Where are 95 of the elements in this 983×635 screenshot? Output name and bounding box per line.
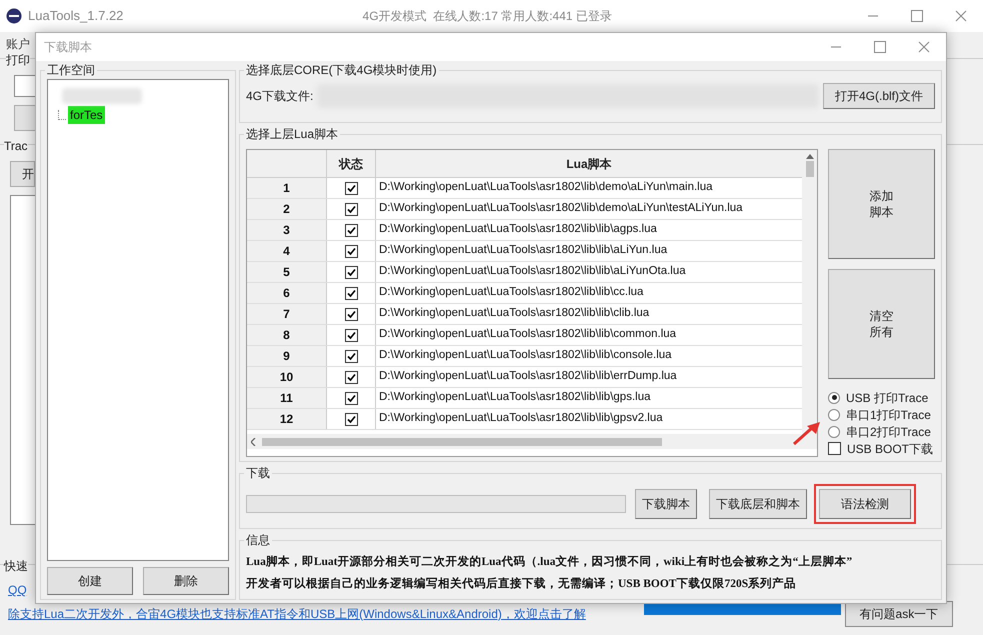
table-cell-text: D:\Working\openLuat\LuaTools\asr1802\lib\lib\gps.lua (378, 390, 650, 406)
check-icon (346, 204, 356, 214)
tree-item[interactable]: forTes (68, 106, 105, 124)
table-cell-text: D:\Working\openLuat\LuaTools\asr1802\lib\lib\common.lua (378, 327, 676, 342)
check-icon (346, 372, 356, 382)
open-file-button[interactable]: 打开4G(.blf)文件 (823, 83, 935, 109)
trace-button[interactable]: 开 (10, 161, 35, 187)
checkbox[interactable] (344, 308, 358, 320)
checkbox[interactable] (344, 182, 358, 194)
check-icon (346, 268, 356, 276)
maximize-icon[interactable] (911, 10, 923, 22)
check-icon (346, 184, 356, 192)
row-number: 7 (247, 304, 327, 324)
close-icon[interactable] (955, 10, 967, 22)
row-number: 12 (247, 409, 327, 429)
table-cell-text: D:\Working\openLuat\LuaTools\asr1802\lib\lib\console.lua (378, 348, 672, 364)
radio-button[interactable] (828, 426, 840, 438)
side-button[interactable]: 添加 脚本 (828, 149, 935, 259)
checkbox-label: USB BOOT下载 (847, 440, 934, 458)
check-icon (346, 288, 356, 298)
check-icon (346, 310, 356, 318)
check-icon (346, 394, 356, 402)
row-number: 11 (247, 388, 327, 408)
row-number: 6 (247, 283, 327, 303)
checkbox[interactable] (344, 350, 358, 362)
column-header: Lua脚本 (565, 156, 613, 172)
checkbox[interactable] (344, 370, 358, 384)
download-button[interactable]: 下载脚本 (635, 489, 697, 519)
table-cell-text: D:\Working\openLuat\LuaTools\asr1802\lib\lib\gpsv2.lua (378, 411, 663, 426)
table-cell-text: D:\Working\openLuat\LuaTools\asr1802\lib\demo\aLiYun\testALiYun.lua (378, 201, 743, 216)
table-cell-text: D:\Working\openLuat\LuaTools\asr1802\lib\lib\aLiYun.lua (378, 243, 668, 258)
close-icon[interactable] (918, 41, 930, 53)
scroll-left-icon[interactable] (251, 438, 256, 446)
table-cell-text: D:\Working\openLuat\LuaTools\asr1802\lib\lib\errDump.lua (378, 369, 677, 384)
group-title: 选择上层Lua脚本 (245, 126, 340, 143)
status-text: 4G开发模式 在线人数:17 常用人数:441 已登录 (362, 8, 612, 25)
workspace-button[interactable]: 创建 (47, 567, 133, 595)
checkbox[interactable] (344, 286, 358, 300)
checkbox[interactable] (344, 266, 358, 278)
radio-button[interactable] (828, 408, 840, 420)
dialog-title: 下载脚本 (44, 39, 92, 56)
checkbox[interactable] (344, 328, 358, 342)
check-icon (346, 226, 356, 234)
download-button[interactable]: 语法检测 (819, 489, 911, 519)
download-button[interactable]: 下载底层和脚本 (709, 489, 807, 519)
table-cell-text: D:\Working\openLuat\LuaTools\asr1802\lib\lib\aLiYunOta.lua (378, 264, 686, 280)
row-number: 9 (247, 346, 327, 366)
check-icon (346, 414, 356, 424)
window-title: LuaTools_1.7.22 (28, 7, 124, 26)
app-logo-icon (6, 8, 22, 24)
checkbox[interactable] (344, 244, 358, 258)
check-icon (346, 330, 356, 340)
scroll-up-icon[interactable] (806, 154, 814, 159)
radio-label: 串口1打印Trace (846, 406, 931, 424)
menu-item[interactable]: 账户 (6, 37, 30, 51)
checkbox[interactable] (344, 412, 358, 426)
checkbox[interactable] (828, 442, 841, 455)
table-cell-text: D:\Working\openLuat\LuaTools\asr1802\lib\demo\aLiYun\main.lua (378, 180, 712, 196)
vertical-scrollbar[interactable] (802, 150, 817, 434)
group-title: 下载 (245, 465, 271, 482)
info-text: Lua脚本，即Luat开源部分相关可二次开发的Lua代码（.lua文件，因习惯不同，wiki上有时也会被称之为“上层脚本” (246, 554, 854, 570)
radio-label: 串口2打印Trace (846, 424, 931, 440)
checkbox[interactable] (344, 392, 358, 404)
row-number: 3 (247, 220, 327, 240)
row-number: 10 (247, 367, 327, 387)
workspace-button[interactable]: 删除 (143, 567, 229, 595)
check-icon (346, 352, 356, 360)
radio-label: USB 打印Trace (846, 390, 928, 406)
table-cell-text: D:\Working\openLuat\LuaTools\asr1802\lib\lib\clib.lua (378, 306, 650, 322)
pointer-arrow (792, 420, 822, 446)
table-cell-text: D:\Working\openLuat\LuaTools\asr1802\lib\lib\agps.lua (378, 222, 657, 238)
checkbox[interactable] (344, 224, 358, 236)
info-link[interactable]: 除支持Lua二次开发外，合宙4G模块也支持标准AT指令和USB上网(Windows&Linux&Android)，欢迎点击了解 (8, 605, 586, 623)
checkbox[interactable] (344, 202, 358, 216)
group-title: 选择底层CORE(下载4G模块时使用) (245, 62, 438, 79)
column-header: 状态 (327, 150, 376, 177)
row-number: 4 (247, 241, 327, 261)
row-number: 8 (247, 325, 327, 345)
row-number: 5 (247, 262, 327, 282)
scroll-thumb[interactable] (806, 161, 814, 177)
group-title: 打印 (6, 51, 30, 69)
side-button[interactable]: 清空 所有 (828, 269, 935, 379)
check-icon (346, 246, 356, 256)
row-number: 1 (247, 178, 327, 198)
table-cell-text: D:\Working\openLuat\LuaTools\asr1802\lib\lib\cc.lua (378, 285, 644, 300)
group-title: 信息 (245, 532, 271, 549)
maximize-icon[interactable] (874, 41, 886, 53)
group-title: 快速 (4, 557, 28, 575)
radio-button[interactable] (828, 392, 840, 404)
file-label: 4G下载文件: (246, 88, 314, 105)
group-title: 工作空间 (46, 62, 96, 79)
row-number: 2 (247, 199, 327, 219)
horizontal-scrollbar[interactable] (247, 434, 817, 449)
qq-link[interactable]: QQ (8, 581, 27, 599)
info-text: 开发者可以根据自己的业务逻辑编写相关代码后直接下载，无需编译；USB BOOT下载仅限720S系列产品 (246, 576, 798, 592)
